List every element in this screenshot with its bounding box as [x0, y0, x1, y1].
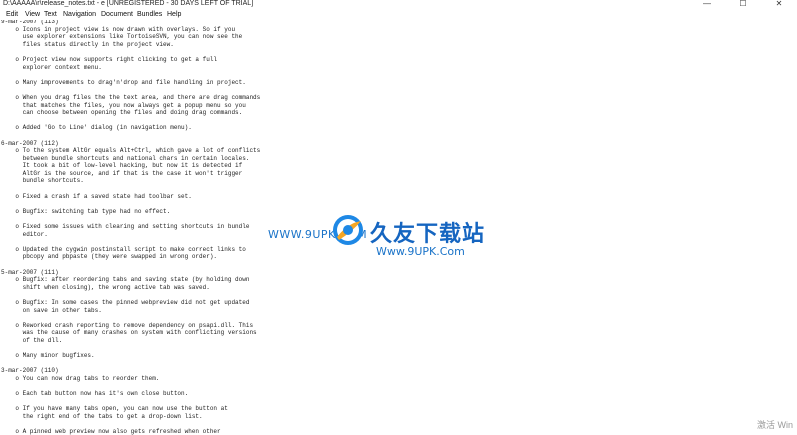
title-bar: D:\AAAAA\r\release_notes.txt - e [UNREGI… — [0, 0, 797, 9]
watermark-url-right: Www.9UPK.Com — [376, 245, 465, 258]
menu-bundles[interactable]: Bundles — [137, 9, 162, 20]
window-controls: — ☐ ✕ — [689, 0, 797, 9]
maximize-button[interactable]: ☐ — [725, 0, 761, 9]
text-editor-area[interactable]: 9-mar-2007 (113) o Icons in project view… — [0, 20, 797, 435]
os-activation-notice: 激活 Win — [757, 420, 794, 430]
menu-help[interactable]: Help — [167, 9, 181, 20]
site-watermark: WWW.9UPK.COM 久友下载站 Www.9UPK.Com — [268, 213, 498, 263]
menu-text[interactable]: Text — [44, 9, 57, 20]
menu-navigation[interactable]: Navigation — [63, 9, 96, 20]
menu-document[interactable]: Document — [101, 9, 133, 20]
close-button[interactable]: ✕ — [761, 0, 797, 9]
watermark-logo-icon — [333, 215, 363, 245]
menu-view[interactable]: View — [25, 9, 40, 20]
window-title: D:\AAAAA\r\release_notes.txt - e [UNREGI… — [3, 0, 254, 7]
menu-edit[interactable]: Edit — [6, 9, 18, 20]
editor-text[interactable]: 9-mar-2007 (113) o Icons in project view… — [1, 20, 260, 435]
minimize-button[interactable]: — — [689, 0, 725, 9]
watermark-brand: 久友下载站 — [370, 222, 486, 247]
menu-bar: Edit View Text Navigation Document Bundl… — [0, 9, 797, 20]
